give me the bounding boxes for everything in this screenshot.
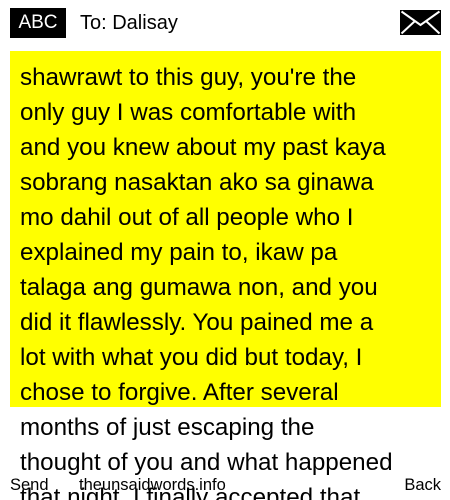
input-mode-indicator[interactable]: ABC bbox=[10, 8, 66, 38]
envelope-icon bbox=[400, 10, 441, 35]
sms-compose-screen: ABC To: Dalisay shawrawt to this guy, yo… bbox=[0, 0, 450, 500]
message-text[interactable]: shawrawt to this guy, you're the only gu… bbox=[20, 60, 436, 500]
recipient-field[interactable]: To: Dalisay bbox=[80, 10, 178, 36]
softkey-bar: Send theunsaidwords.info Back bbox=[0, 470, 450, 500]
send-softkey[interactable]: Send bbox=[10, 470, 49, 500]
message-body[interactable]: shawrawt to this guy, you're the only gu… bbox=[10, 51, 441, 500]
watermark-label: theunsaidwords.info bbox=[79, 476, 226, 494]
header-bar: ABC To: Dalisay bbox=[0, 0, 450, 46]
back-softkey[interactable]: Back bbox=[404, 470, 441, 500]
